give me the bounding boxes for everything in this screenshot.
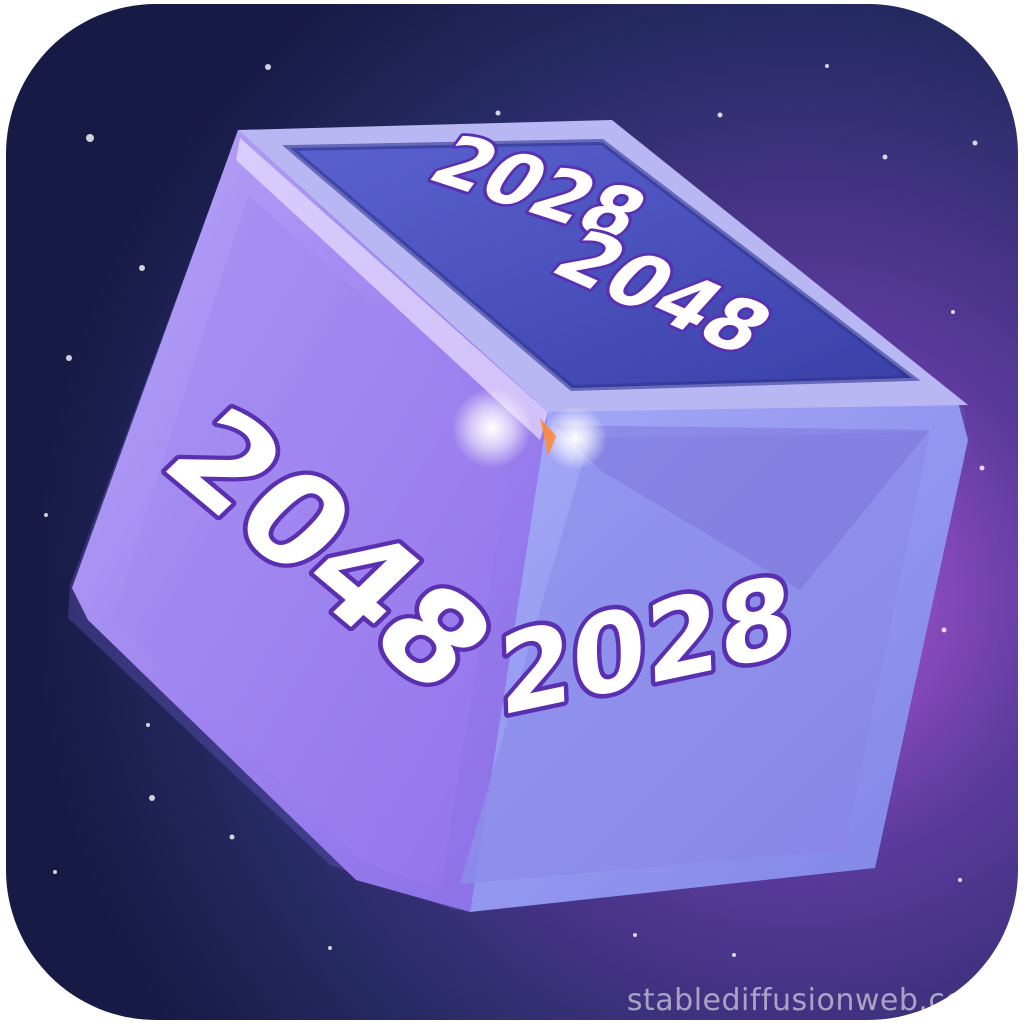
watermark-text: stablediffusionweb.com <box>626 983 994 1018</box>
app-icon[interactable]: 2048 2028 2028 2048 <box>0 0 1024 1024</box>
app-icon-canvas: 2048 2028 2028 2048 stablediffusionweb.c… <box>0 0 1024 1024</box>
